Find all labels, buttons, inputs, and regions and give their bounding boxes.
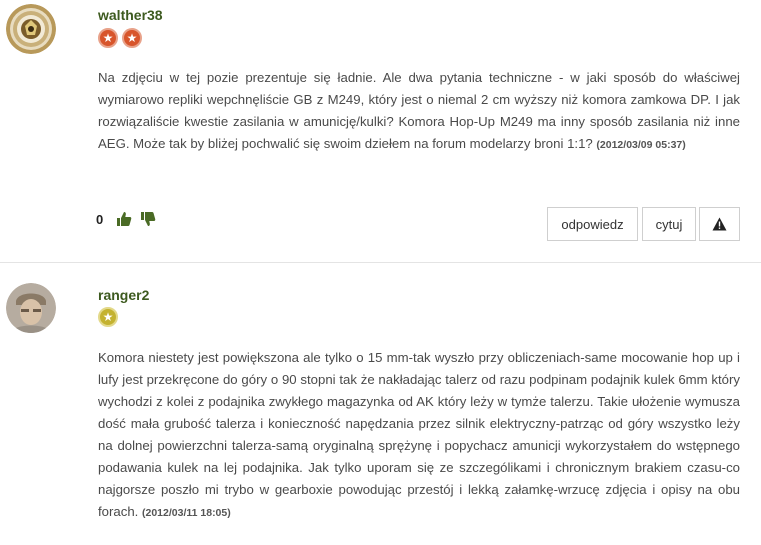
thumbs-down-icon[interactable] [140,211,156,227]
comment-text: Na zdjęciu w tej pozie prezentuje się ła… [98,67,740,156]
user-photo-avatar-icon [6,283,56,333]
user-badges: ★ ★ [98,28,142,48]
star-badge-icon: ★ [98,307,118,327]
star-badge-icon: ★ [122,28,142,48]
warning-icon [712,217,727,231]
username[interactable]: ranger2 [98,287,149,303]
reply-button[interactable]: odpowiedz [547,207,638,241]
comment: walther38 ★ ★ Na zdjęciu w tej pozie pre… [0,0,761,262]
vote-controls: 0 [96,211,156,227]
comment-body: Komora niestety jest powiększona ale tyl… [98,350,740,519]
avatar[interactable] [6,283,56,333]
timestamp: (2012/03/11 18:05) [142,507,231,519]
emblem-avatar-icon [6,4,56,54]
report-button[interactable] [699,207,740,241]
star-badge-icon: ★ [98,28,118,48]
vote-count: 0 [96,211,104,227]
quote-button[interactable]: cytuj [642,207,696,241]
username[interactable]: walther38 [98,7,163,23]
thumbs-up-icon[interactable] [116,211,132,227]
avatar[interactable] [6,4,56,54]
comment: ranger2 ★ Komora niestety jest powiększo… [0,263,761,545]
comment-text: Komora niestety jest powiększona ale tyl… [98,347,740,524]
user-badges: ★ [98,307,118,327]
timestamp: (2012/03/09 05:37) [596,139,686,151]
